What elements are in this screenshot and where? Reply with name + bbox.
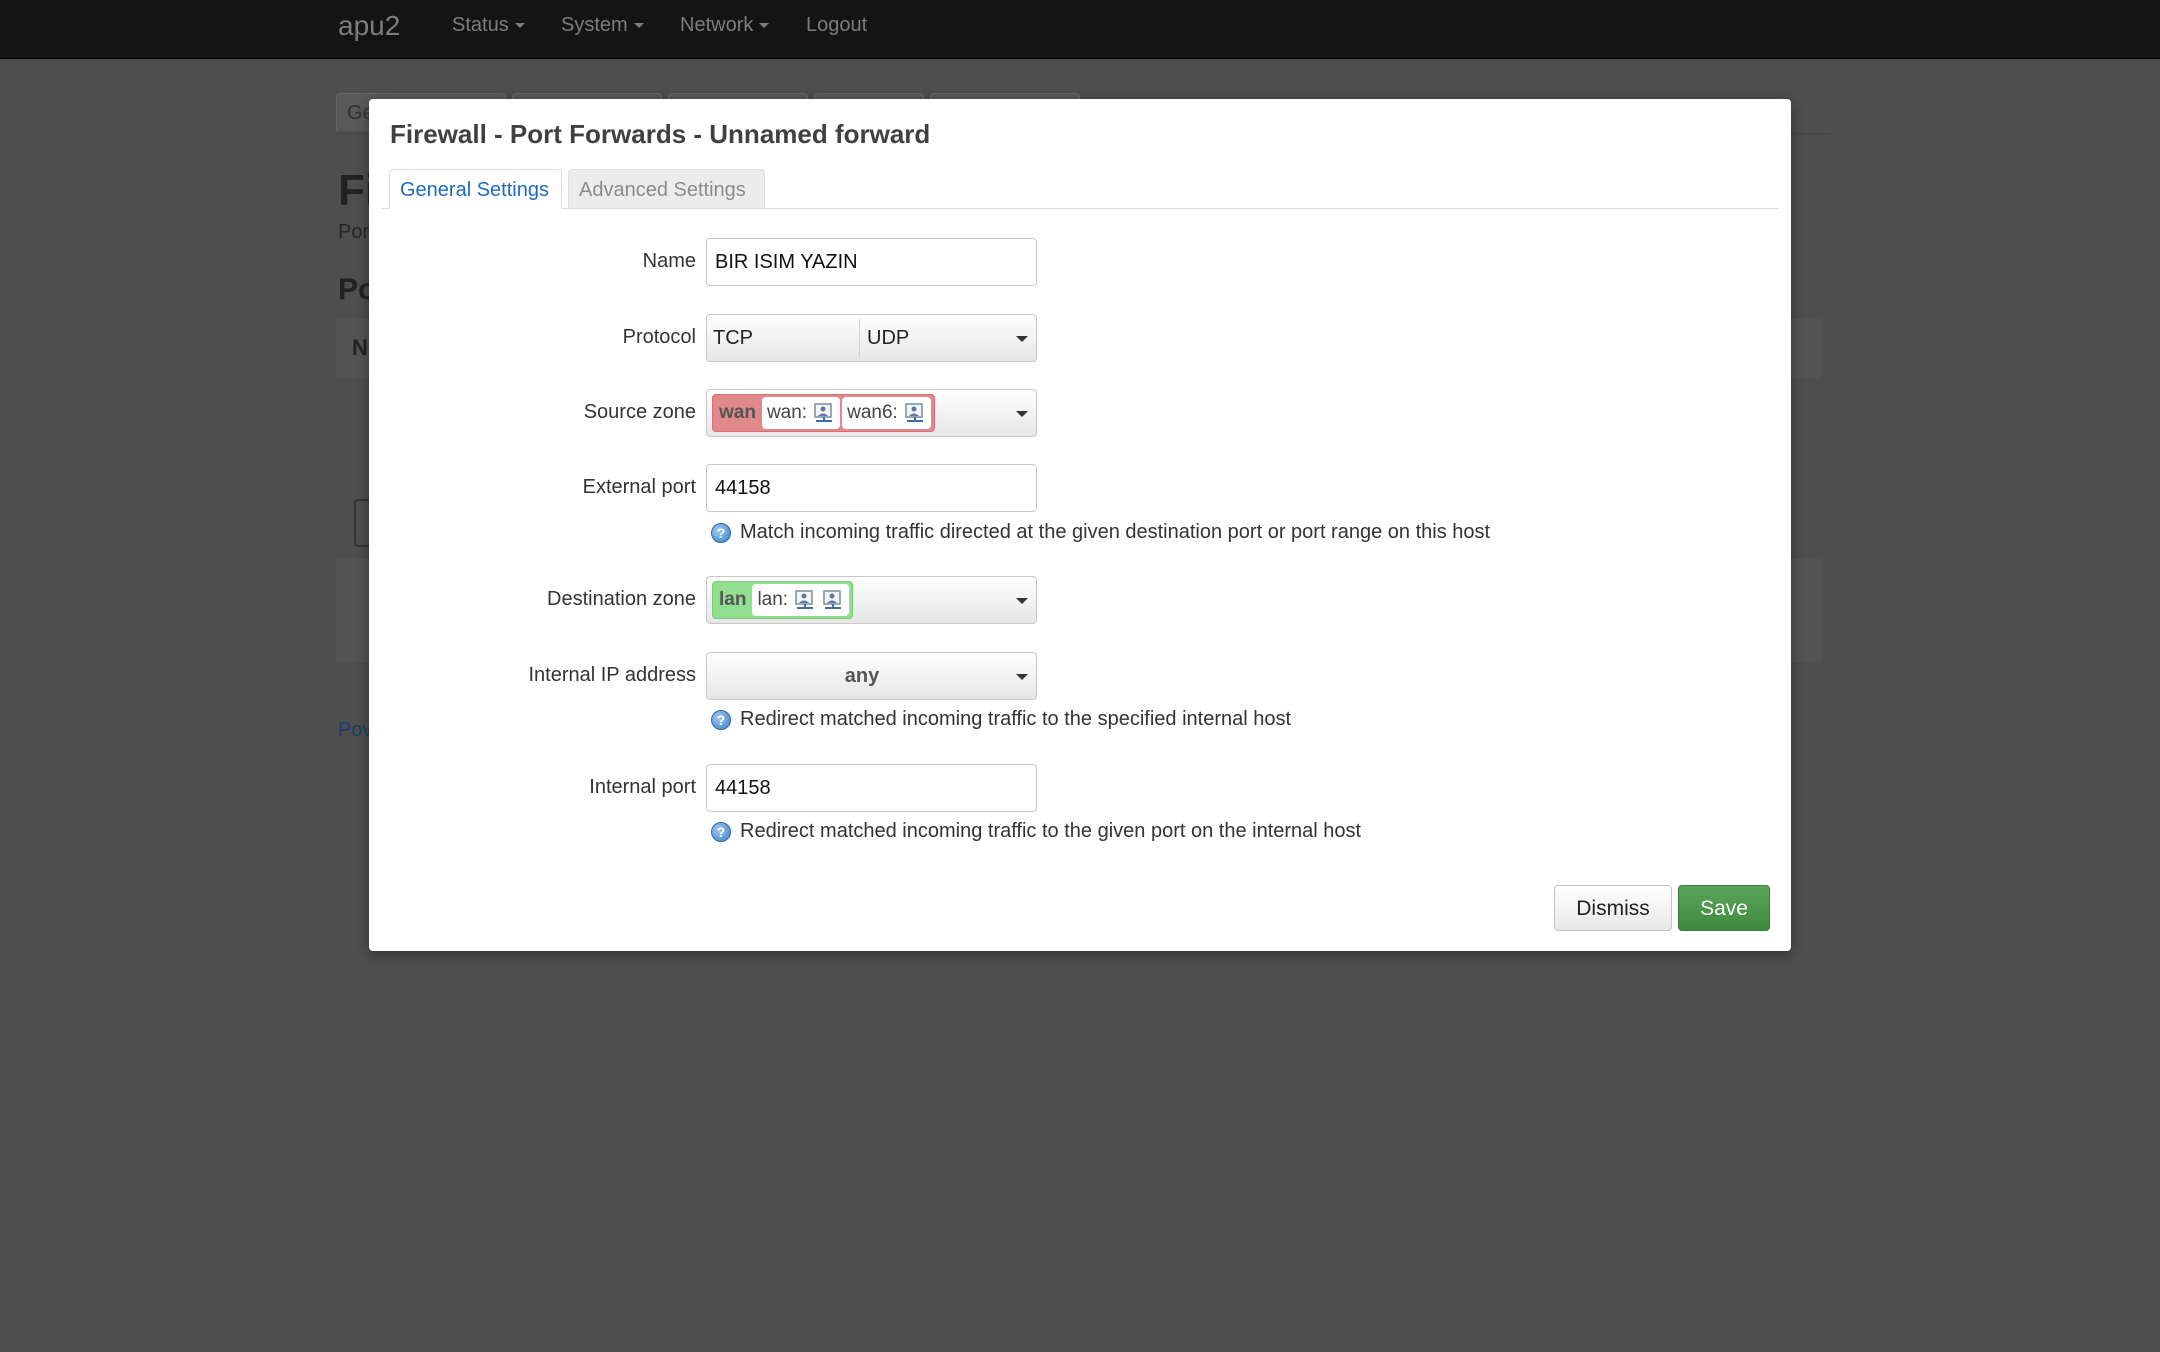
source-zone-badge: wan wan: wan6: (712, 394, 935, 432)
bg-page-subtitle: Por (338, 221, 370, 243)
external-port-field[interactable] (706, 464, 1037, 512)
name-field[interactable] (706, 238, 1037, 286)
help-circle-icon: ? (711, 821, 731, 842)
nav-network[interactable]: Network (680, 14, 770, 37)
help-circle-icon: ? (711, 709, 731, 730)
internal-ip-help: ? Redirect matched incoming traffic to t… (711, 708, 1291, 731)
network-interface-icon (795, 590, 814, 609)
name-input[interactable] (707, 239, 1036, 285)
modal-title: Firewall - Port Forwards - Unnamed forwa… (390, 119, 931, 149)
tab-general-settings[interactable]: General Settings (389, 169, 562, 209)
nav-system[interactable]: System (561, 14, 644, 37)
internal-port-help: ? Redirect matched incoming traffic to t… (711, 820, 1361, 843)
chevron-down-icon (1016, 336, 1028, 342)
internal-ip-help-text: Redirect matched incoming traffic to the… (740, 708, 1292, 730)
destination-zone-name: lan (719, 589, 747, 610)
dismiss-button[interactable]: Dismiss (1554, 885, 1672, 931)
nav-system-label: System (561, 14, 628, 36)
bg-footer-link: Pov (338, 719, 373, 741)
network-interface-icon (905, 403, 923, 422)
network-interface-icon (814, 403, 833, 422)
destination-network-chip: lan: (752, 584, 850, 616)
help-circle-icon: ? (711, 522, 731, 543)
nav-status-label: Status (452, 14, 509, 36)
nav-status[interactable]: Status (452, 14, 525, 37)
chevron-down-icon (1016, 411, 1028, 417)
internal-port-input[interactable] (707, 765, 1036, 811)
source-zone-label: Source zone (583, 401, 696, 423)
chevron-down-icon (1016, 674, 1028, 680)
source-network-label: wan6: (847, 402, 898, 423)
protocol-option-udp: UDP (867, 327, 910, 349)
source-network-chip: wan6: (842, 397, 931, 429)
source-network-label: wan: (766, 402, 808, 423)
network-interface-icon (823, 590, 842, 609)
internal-port-field[interactable] (706, 764, 1037, 812)
chevron-down-icon (759, 23, 770, 29)
external-port-help: ? Match incoming traffic directed at the… (711, 521, 1490, 544)
protocol-select[interactable]: TCP UDP (706, 314, 1037, 362)
save-button[interactable]: Save (1678, 885, 1770, 931)
source-network-chip: wan: (761, 397, 841, 429)
destination-zone-select[interactable]: lan lan: (706, 576, 1037, 624)
protocol-option-tcp: TCP (713, 327, 753, 349)
internal-port-help-text: Redirect matched incoming traffic to the… (740, 820, 1362, 842)
bg-table-header-label: N (352, 335, 368, 360)
tab-advanced-settings[interactable]: Advanced Settings (568, 169, 765, 209)
chevron-down-icon (633, 23, 644, 29)
protocol-label: Protocol (622, 326, 696, 348)
nav-network-label: Network (680, 14, 754, 36)
external-port-input[interactable] (707, 465, 1036, 511)
external-port-help-text: Match incoming traffic directed at the g… (740, 521, 1491, 543)
external-port-label: External port (582, 476, 696, 498)
source-zone-name: wan (719, 402, 756, 423)
destination-zone-label: Destination zone (547, 588, 696, 610)
internal-ip-select[interactable]: any (706, 652, 1037, 700)
internal-ip-label: Internal IP address (528, 664, 696, 686)
chevron-down-icon (1016, 598, 1028, 604)
internal-port-label: Internal port (589, 776, 696, 798)
name-label: Name (642, 250, 696, 272)
brand-logo[interactable]: apu2 (338, 10, 400, 42)
destination-network-label: lan: (757, 589, 789, 610)
port-forward-modal: Firewall - Port Forwards - Unnamed forwa… (369, 99, 1791, 951)
chevron-down-icon (514, 23, 525, 29)
internal-ip-value: any (844, 665, 880, 687)
top-navbar: apu2 Status System Network Logout (0, 0, 2160, 59)
source-zone-select[interactable]: wan wan: wan6: (706, 389, 1037, 437)
protocol-separator (859, 319, 860, 357)
destination-zone-badge: lan lan: (712, 581, 854, 619)
nav-logout[interactable]: Logout (806, 14, 867, 37)
